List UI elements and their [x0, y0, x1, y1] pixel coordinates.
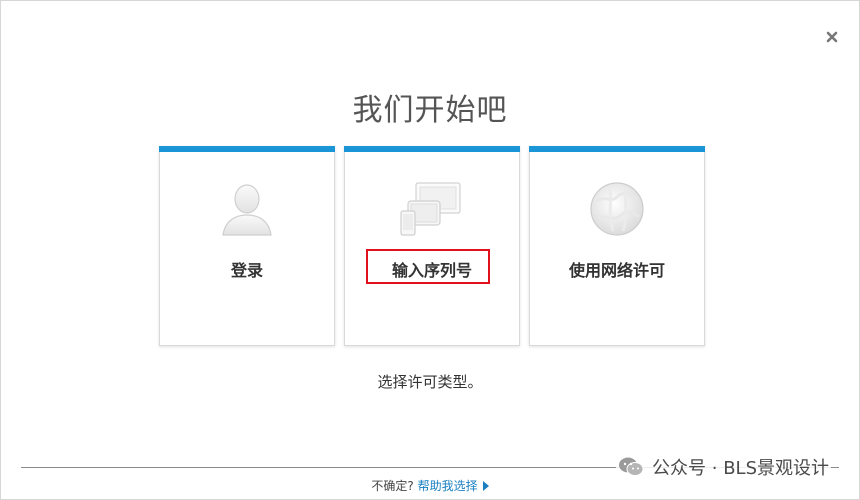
- license-options: 登录 输入序列号 使用网络许可: [159, 146, 705, 346]
- close-icon[interactable]: [825, 29, 839, 43]
- triangle-right-icon: [482, 481, 489, 491]
- wechat-icon: [619, 457, 644, 476]
- network-license-card[interactable]: 使用网络许可: [529, 146, 705, 346]
- globe-network-icon: [587, 179, 647, 243]
- devices-icon: [400, 181, 464, 243]
- sign-in-card[interactable]: 登录: [159, 146, 335, 346]
- user-silhouette-icon: [217, 179, 277, 243]
- watermark-text: 公众号 · BLS景观设计: [652, 458, 829, 479]
- not-sure-text: 不确定?: [371, 479, 414, 493]
- watermark: 公众号 · BLS景观设计: [616, 454, 831, 480]
- sign-in-label: 登录: [230, 261, 263, 280]
- dialog-title: 我们开始吧: [352, 93, 508, 128]
- license-dialog: 我们开始吧 登录 输入序列号 使用网络许可 选择许可类型。 不确定? 帮助我选择…: [0, 0, 860, 500]
- help-me-choose-link[interactable]: 帮助我选择: [418, 479, 489, 493]
- help-link-label: 帮助我选择: [417, 479, 478, 493]
- license-type-prompt: 选择许可类型。: [377, 373, 483, 391]
- enter-serial-label: 输入序列号: [391, 261, 472, 280]
- network-license-label: 使用网络许可: [568, 261, 665, 280]
- enter-serial-card[interactable]: 输入序列号: [344, 146, 520, 346]
